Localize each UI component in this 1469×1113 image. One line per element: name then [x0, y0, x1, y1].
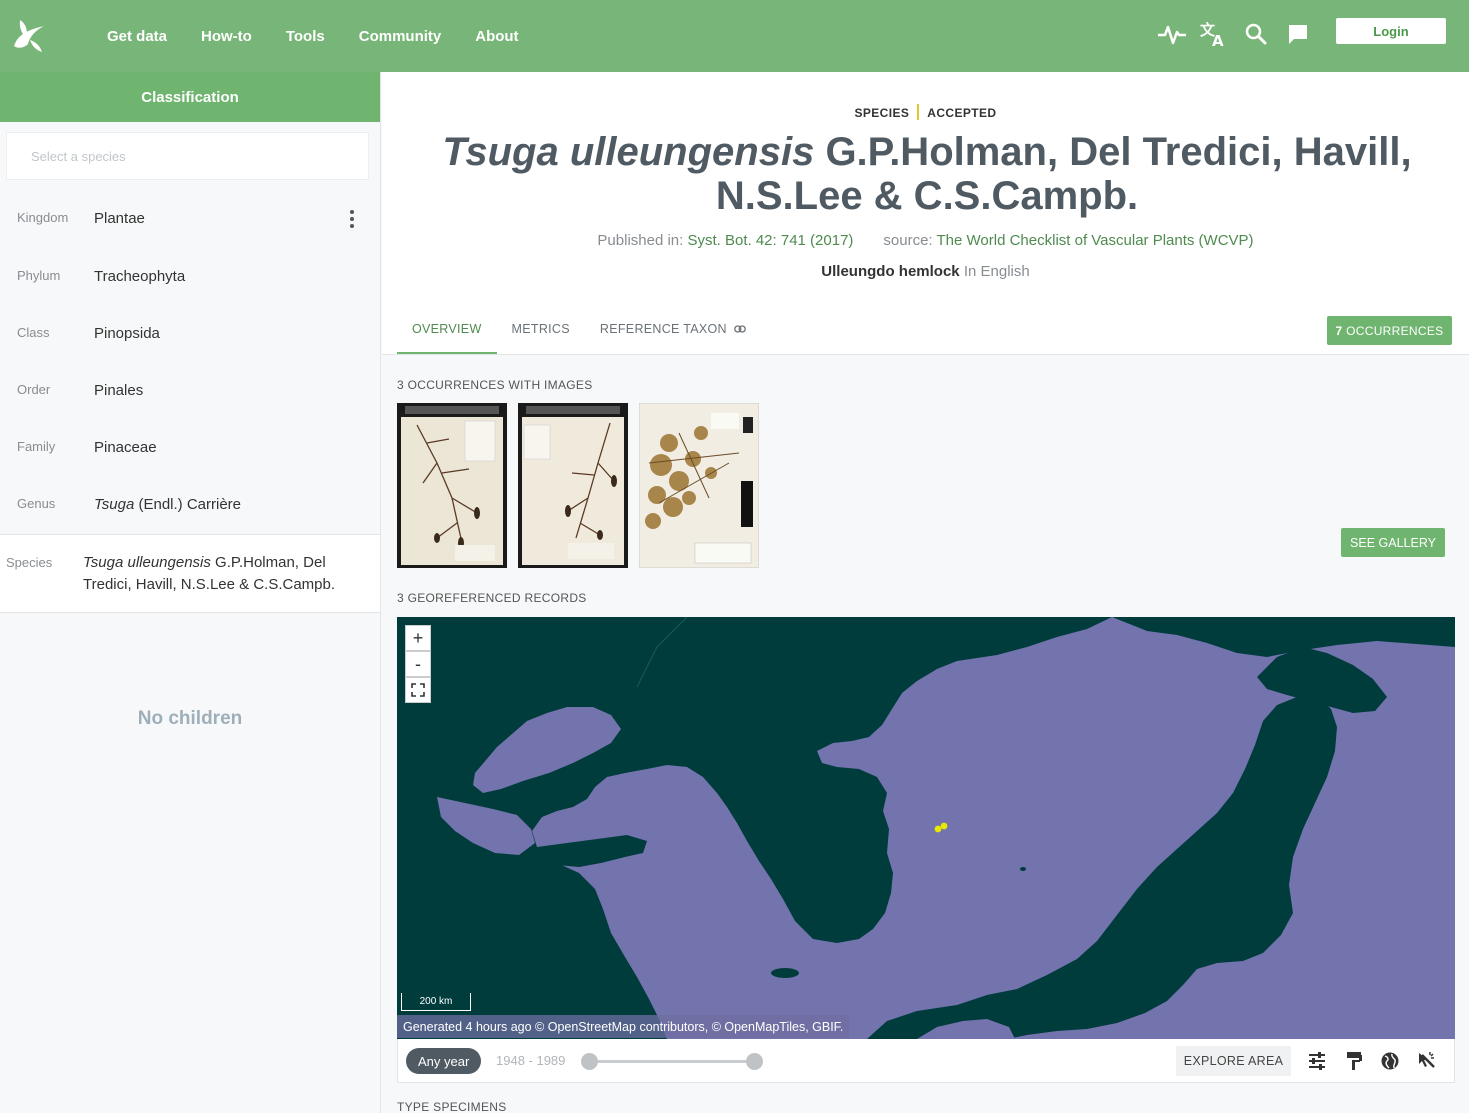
rank-value[interactable]: Pinaceae	[94, 439, 157, 456]
publication-info: Published in: Syst. Bot. 42: 741 (2017) s…	[382, 232, 1469, 249]
rank-value[interactable]: Pinopsida	[94, 325, 160, 342]
tab-reference-taxon-label: REFERENCE TAXON	[599, 322, 727, 336]
zoom-out-button[interactable]: -	[405, 651, 431, 677]
images-section-label: 3 OCCURRENCES WITH IMAGES	[397, 378, 593, 392]
link-icon	[733, 325, 746, 333]
rank-label: Family	[17, 439, 56, 454]
title-scientific-name: Tsuga ulleungensis	[442, 130, 815, 174]
map-projection-globe-icon[interactable]	[1378, 1049, 1402, 1073]
zoom-in-button[interactable]: +	[405, 625, 431, 651]
tab-metrics[interactable]: METRICS	[497, 312, 585, 354]
any-year-chip[interactable]: Any year	[406, 1048, 482, 1074]
overview-content: 3 OCCURRENCES WITH IMAGES SEE GALLERY 3 …	[382, 355, 1469, 1113]
rank-species[interactable]: Species Tsuga ulleungensis G.P.Holman, D…	[0, 534, 380, 613]
rank-label: Kingdom	[17, 210, 69, 225]
vernacular-value: Ulleungdo hemlock	[821, 263, 960, 280]
rank-phylum[interactable]: Phylum Tracheophyta	[0, 268, 380, 325]
published-label: Published in:	[597, 232, 688, 249]
species-main-panel: SPECIES ACCEPTED Tsuga ulleungensis G.P.H…	[382, 72, 1469, 1113]
year-slider-track[interactable]	[588, 1060, 754, 1063]
map-attribution: Generated 4 hours ago © OpenStreetMap co…	[397, 1015, 850, 1038]
rank-order[interactable]: Order Pinales	[0, 382, 380, 439]
rank-value[interactable]: Tracheophyta	[94, 268, 185, 285]
species-search-input[interactable]: Select a species	[6, 132, 369, 180]
svg-text:A: A	[1212, 32, 1224, 47]
species-tabs: OVERVIEW METRICS REFERENCE TAXON	[397, 312, 761, 354]
gbif-logo-icon[interactable]	[10, 16, 48, 54]
taxon-status: SPECIES ACCEPTED	[382, 104, 1469, 122]
georeferenced-section-label: 3 GEOREFERENCED RECORDS	[397, 591, 587, 605]
search-icon[interactable]	[1235, 18, 1277, 50]
rank-badge: SPECIES	[854, 106, 910, 121]
rank-label: Genus	[17, 496, 56, 511]
nav-how-to[interactable]: How-to	[184, 28, 269, 45]
login-button[interactable]: Login	[1336, 18, 1446, 44]
rank-label: Order	[17, 382, 51, 397]
rank-label: Phylum	[17, 268, 61, 283]
specimen-image-thumbnail[interactable]	[518, 403, 628, 568]
pulse-icon[interactable]	[1151, 18, 1193, 50]
top-icon-bar: 文A	[1151, 18, 1319, 50]
year-slider-min-handle[interactable]	[581, 1053, 598, 1070]
page-title: Tsuga ulleungensis G.P.Holman, Del Tredi…	[392, 130, 1462, 218]
tab-overview[interactable]: OVERVIEW	[397, 312, 497, 354]
map-style-brush-icon[interactable]	[1342, 1049, 1366, 1073]
top-navbar: Get data How-to Tools Community About 文A…	[0, 0, 1469, 72]
fullscreen-button[interactable]	[405, 677, 431, 703]
type-specimens-section-label: TYPE SPECIMENS	[397, 1100, 507, 1113]
occurrences-label: OCCURRENCES	[1342, 323, 1444, 338]
nav-community[interactable]: Community	[342, 28, 459, 45]
more-options-icon[interactable]	[350, 210, 354, 228]
rank-class[interactable]: Class Pinopsida	[0, 325, 380, 382]
rank-value[interactable]: Pinales	[94, 382, 143, 399]
map-toolbar: Any year 1948 - 1989 EXPLORE AREA	[397, 1039, 1455, 1083]
rank-label: Species	[6, 555, 53, 570]
map-scale: 200 km	[401, 993, 471, 1011]
fullscreen-icon	[411, 683, 425, 697]
translate-icon[interactable]: 文A	[1193, 18, 1235, 50]
specimen-image-thumbnail[interactable]	[639, 403, 759, 568]
main-nav: Get data How-to Tools Community About	[90, 0, 536, 72]
rank-label: Class	[17, 325, 50, 340]
title-author: G.P.Holman, Del Tredici, Havill, N.S.Lee…	[715, 130, 1412, 218]
feedback-icon[interactable]	[1277, 18, 1319, 50]
source-link[interactable]: The World Checklist of Vascular Plants (…	[937, 232, 1254, 249]
status-badge: ACCEPTED	[927, 106, 997, 121]
genus-name: Tsuga	[94, 496, 135, 513]
published-link[interactable]: Syst. Bot. 42: 741 (2017)	[687, 232, 853, 249]
explore-area-button[interactable]: EXPLORE AREA	[1176, 1046, 1291, 1076]
source-label: source:	[883, 232, 937, 249]
rank-value[interactable]: Tsuga (Endl.) Carrière	[94, 496, 241, 513]
no-children-message: No children	[137, 708, 243, 729]
classification-header: Classification	[0, 72, 380, 122]
year-slider-max-handle[interactable]	[746, 1053, 763, 1070]
classification-sidebar: Classification Select a species Kingdom …	[0, 72, 381, 1113]
rank-value[interactable]: Plantae	[94, 210, 145, 227]
occurrences-count: 7	[1335, 323, 1343, 338]
map-filters-icon[interactable]	[1305, 1049, 1329, 1073]
occurrence-map[interactable]: + - 200 km Generated 4 hours ago © OpenS…	[397, 617, 1455, 1039]
occurrences-button[interactable]: 7 OCCURRENCES	[1327, 316, 1452, 345]
species-name: Tsuga ulleungensis	[83, 554, 211, 571]
rank-kingdom[interactable]: Kingdom Plantae	[0, 210, 380, 267]
nav-get-data[interactable]: Get data	[90, 28, 184, 45]
map-basemap[interactable]	[397, 617, 1455, 1039]
nav-about[interactable]: About	[458, 28, 535, 45]
genus-author: (Endl.) Carrière	[134, 496, 242, 513]
vernacular-name: Ulleungdo hemlock In English	[382, 263, 1469, 280]
rank-value: Tsuga ulleungensis G.P.Holman, Del Tredi…	[83, 552, 363, 596]
tab-reference-taxon[interactable]: REFERENCE TAXON	[585, 312, 761, 354]
nav-tools[interactable]: Tools	[269, 28, 342, 45]
see-gallery-button[interactable]: SEE GALLERY	[1341, 528, 1445, 557]
vernacular-language: In English	[959, 263, 1030, 280]
rank-family[interactable]: Family Pinaceae	[0, 439, 380, 496]
specimen-image-thumbnail[interactable]	[397, 403, 507, 568]
year-range-label: 1948 - 1989	[496, 1053, 566, 1068]
map-select-pointer-icon[interactable]	[1415, 1049, 1439, 1073]
